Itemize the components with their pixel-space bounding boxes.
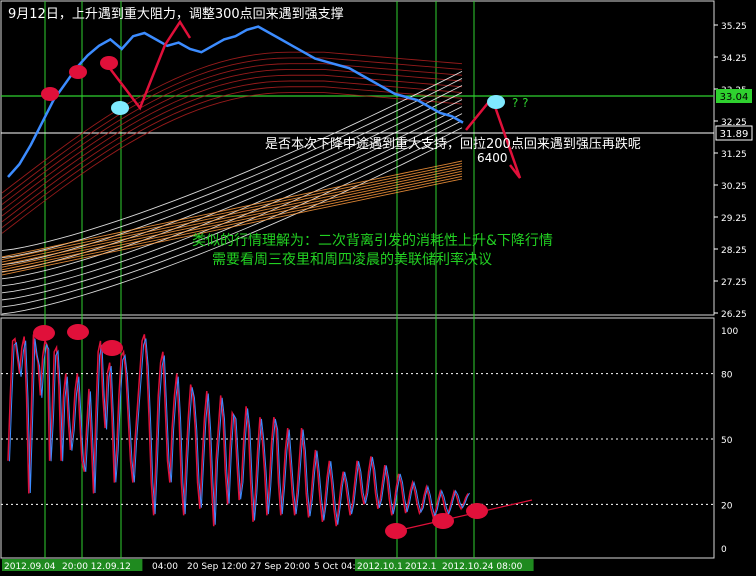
mid-annotation: 是否本次下降中途遇到重大支持，回拉200点回来遇到强压再跌呢	[265, 136, 641, 152]
price-tick-label: 30.25	[721, 182, 747, 192]
time-axis-label: 2012.09.04	[4, 562, 56, 572]
time-axis-label: 2012.10.1	[357, 562, 403, 572]
oscillator-signal-line	[7, 334, 469, 527]
level-annotation: 6400	[477, 151, 508, 165]
top-annotation: 9月12日，上升遇到重大阻力，调整300点回来遇到强支撑	[8, 6, 344, 22]
red-marker	[100, 56, 118, 70]
red-marker	[41, 87, 59, 101]
osc-red-marker	[67, 324, 89, 340]
osc-red-marker	[101, 340, 123, 356]
red-marker	[69, 65, 87, 79]
ma-ribbon-line	[1, 92, 463, 234]
price-tick-label: 35.25	[721, 22, 747, 32]
price-tick-label: 28.25	[721, 246, 747, 256]
price-tick-label: 27.25	[721, 278, 747, 288]
current-price-tag: 33.04	[720, 92, 749, 103]
time-axis-label: 27 Sep 20:00	[250, 562, 310, 572]
osc-red-marker	[432, 513, 454, 529]
time-axis-label: 2012.1	[405, 562, 437, 572]
osc-tick-label: 100	[721, 327, 738, 337]
price-tick-label: 34.25	[721, 54, 747, 64]
time-axis-label: 04:00	[152, 562, 178, 572]
time-axis-label: 20 Sep 12:00	[187, 562, 247, 572]
comment-line-1: 类似的行情理解为：二次背离引发的消耗性上升&下降行情	[192, 232, 553, 249]
price-tick-label: 26.25	[721, 310, 747, 320]
time-axis-label: 2012.10.24 08:00	[442, 562, 523, 572]
chart-window: 35.2534.2533.2532.2531.2530.2529.2528.25…	[0, 0, 756, 572]
ma-ribbon-line	[1, 168, 463, 266]
osc-tick-label: 50	[721, 436, 733, 446]
cyan-marker	[487, 95, 505, 109]
comment-line-2: 需要看周三夜里和周四凌晨的美联储利率决议	[212, 251, 492, 268]
cyan-marker	[111, 101, 129, 115]
price-tick-label: 31.25	[721, 150, 747, 160]
price-tick-label: 29.25	[721, 214, 747, 224]
osc-red-marker	[33, 325, 55, 341]
osc-tick-label: 0	[721, 545, 727, 555]
osc-tick-label: 20	[721, 501, 733, 511]
question-annotation: ? ?	[512, 96, 529, 110]
marker-price-tag: 31.89	[720, 129, 749, 140]
osc-tick-label: 80	[721, 371, 733, 381]
time-axis-label: 20:00 12.09.12	[62, 562, 131, 572]
chart-canvas: 35.2534.2533.2532.2531.2530.2529.2528.25…	[0, 0, 753, 572]
